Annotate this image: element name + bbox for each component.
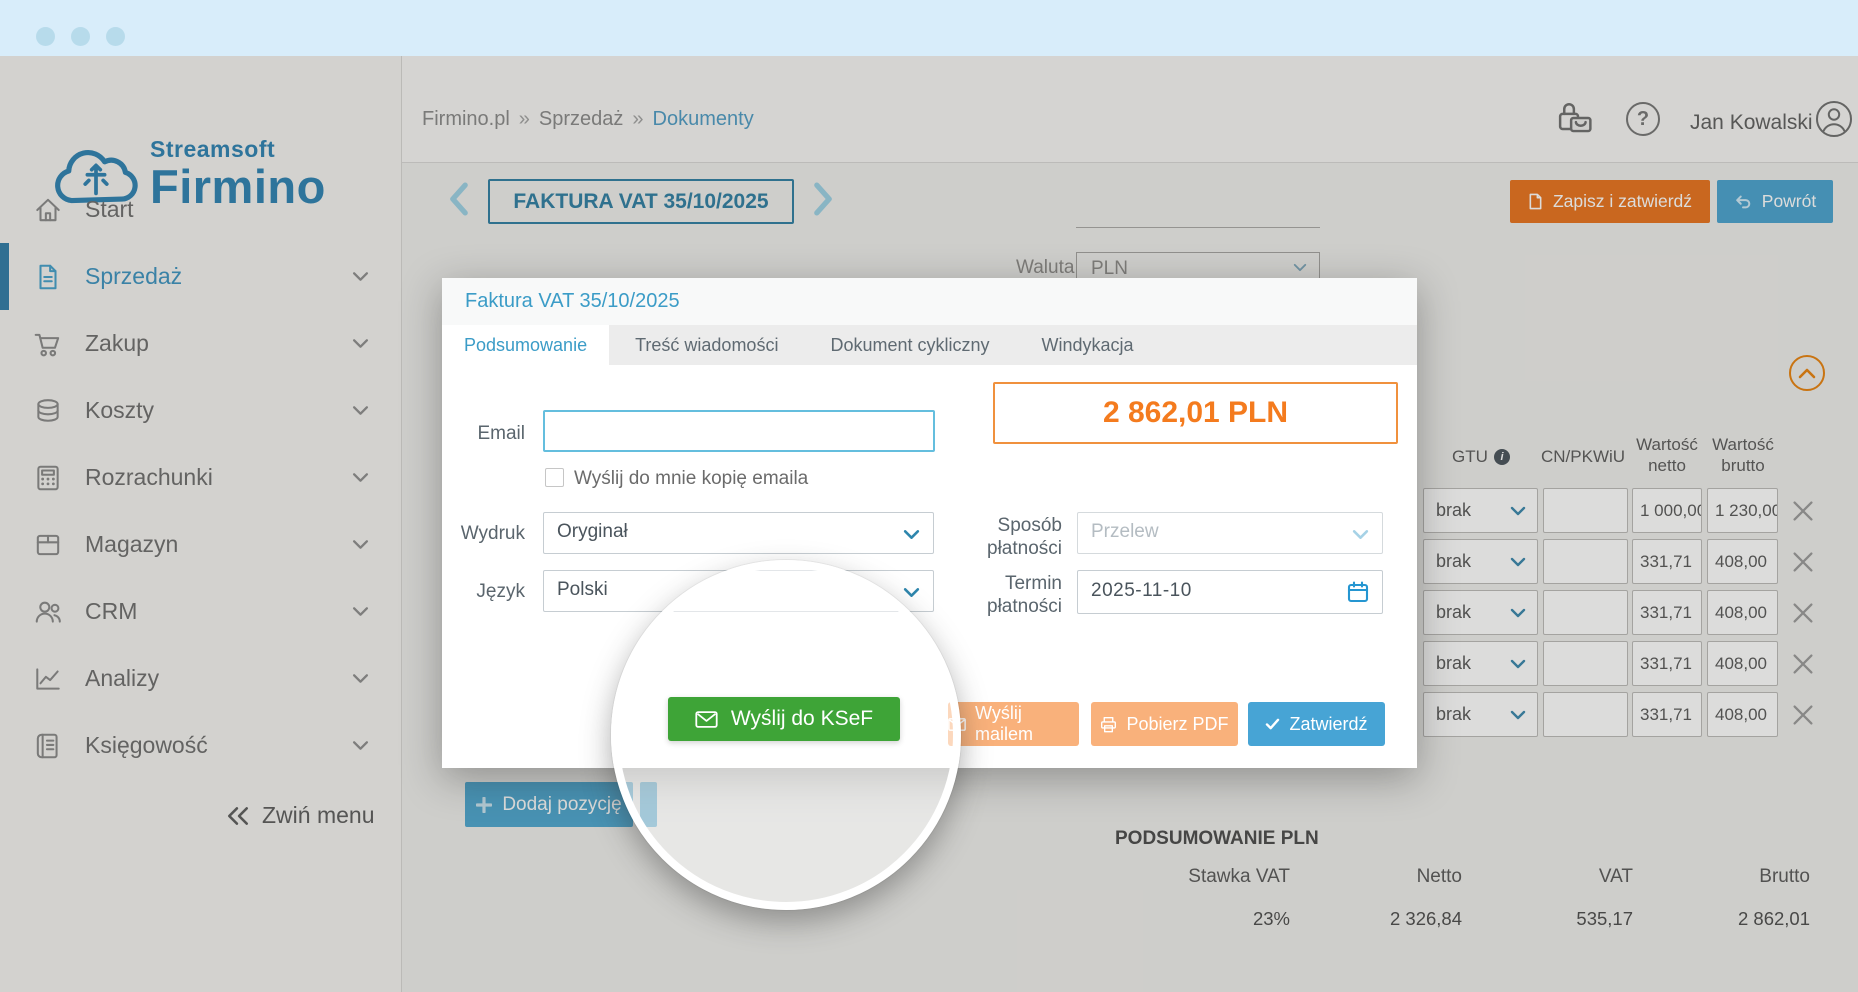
- chevron-down-icon: [903, 529, 920, 540]
- email-label: Email: [462, 423, 525, 445]
- envelope-icon: [695, 711, 718, 728]
- send-to-ksef-label: Wyślij do KSeF: [731, 707, 873, 731]
- tab-tresc-wiadomosci[interactable]: Treść wiadomości: [609, 325, 804, 365]
- dialog-tabs: Podsumowanie Treść wiadomości Dokument c…: [442, 325, 1417, 365]
- tab-windykacja[interactable]: Windykacja: [1016, 325, 1160, 365]
- total-amount: 2 862,01 PLN: [993, 382, 1398, 444]
- send-to-ksef-button[interactable]: Wyślij do KSeF: [668, 697, 900, 741]
- chevron-down-icon: [1352, 529, 1369, 540]
- check-icon: [1265, 718, 1280, 730]
- copy-email-label: Wyślij do mnie kopię emaila: [574, 468, 808, 490]
- sposob-platnosci-select[interactable]: Przelew: [1077, 512, 1383, 554]
- app-window: Streamsoft Firmino Start Sprz: [0, 0, 1858, 992]
- download-pdf-label: Pobierz PDF: [1126, 714, 1228, 735]
- send-mail-button[interactable]: Wyślij mailem: [948, 702, 1079, 746]
- chevron-down-icon: [903, 587, 920, 598]
- calendar-icon[interactable]: [1346, 580, 1370, 604]
- sposob-platnosci-label: Sposóbpłatności: [967, 514, 1062, 560]
- tab-dokument-cykliczny[interactable]: Dokument cykliczny: [804, 325, 1015, 365]
- termin-platnosci-label: Terminpłatności: [967, 572, 1062, 618]
- window-dot[interactable]: [36, 27, 55, 46]
- window-dot[interactable]: [71, 27, 90, 46]
- termin-platnosci-input[interactable]: 2025-11-10: [1077, 570, 1383, 614]
- tab-podsumowanie[interactable]: Podsumowanie: [442, 325, 609, 365]
- dialog-header: Faktura VAT 35/10/2025: [442, 278, 1417, 325]
- window-titlebar: [0, 0, 1858, 56]
- dialog-title: Faktura VAT 35/10/2025: [442, 278, 1417, 325]
- email-input[interactable]: [543, 410, 935, 452]
- wydruk-label: Wydruk: [442, 523, 525, 545]
- printer-icon: [1100, 716, 1117, 733]
- send-mail-label: Wyślij mailem: [975, 703, 1079, 745]
- copy-email-checkbox[interactable]: [545, 468, 564, 487]
- jezyk-label: Język: [442, 581, 525, 603]
- approve-label: Zatwierdź: [1289, 714, 1367, 735]
- window-dot[interactable]: [106, 27, 125, 46]
- wydruk-select[interactable]: Oryginał: [543, 512, 934, 554]
- approve-button[interactable]: Zatwierdź: [1248, 702, 1385, 746]
- download-pdf-button[interactable]: Pobierz PDF: [1091, 702, 1238, 746]
